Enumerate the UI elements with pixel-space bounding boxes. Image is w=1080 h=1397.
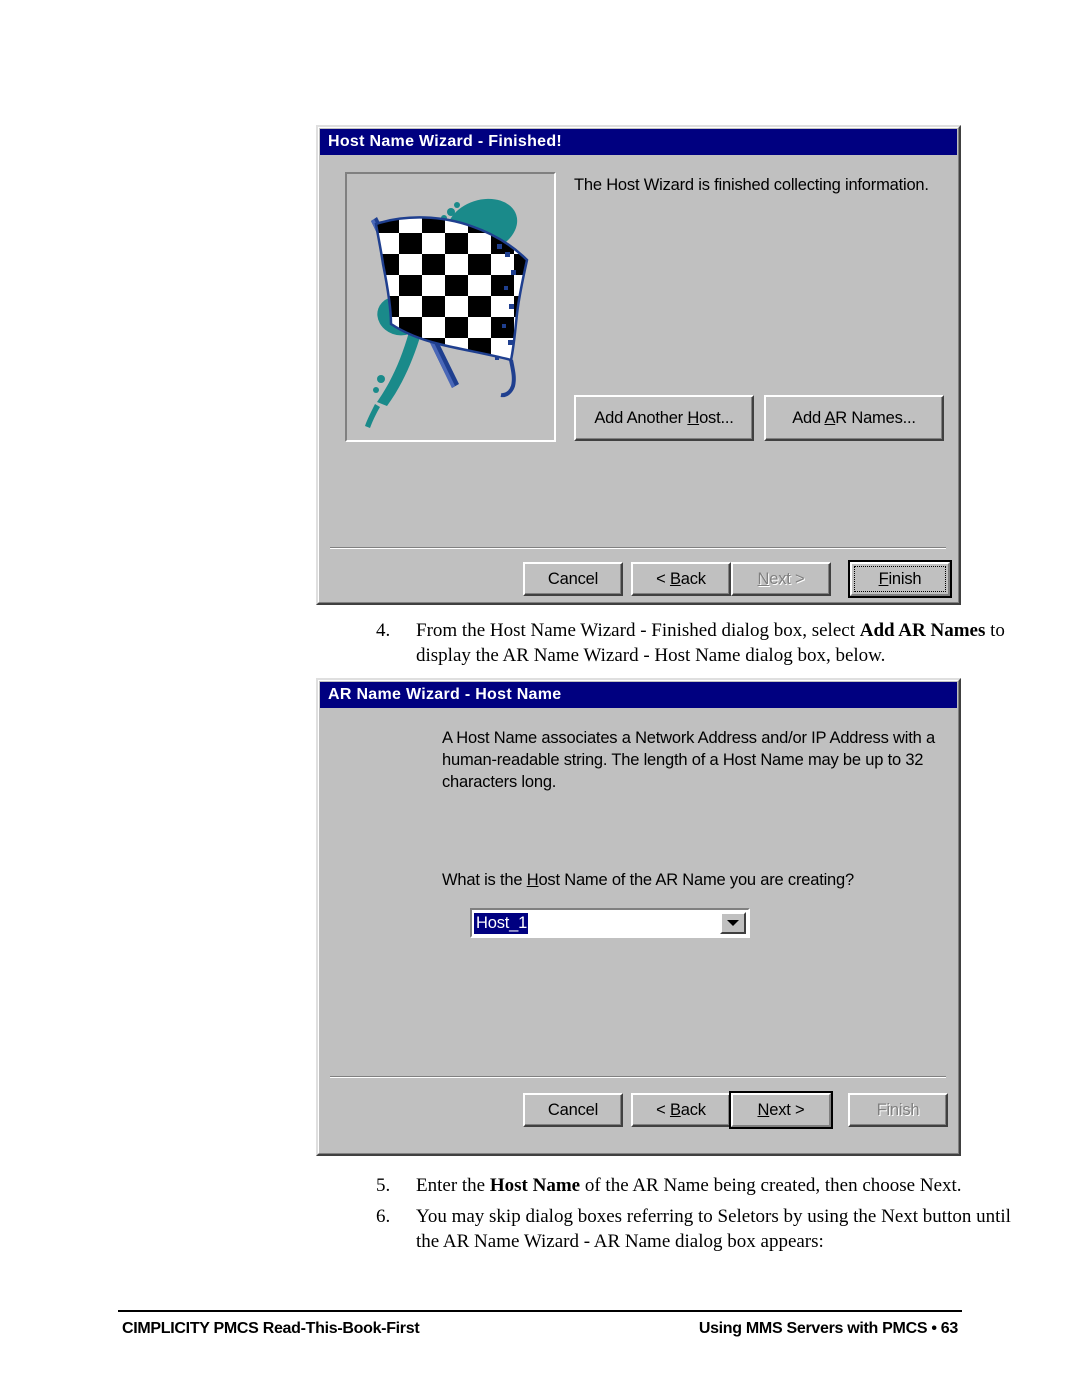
description-line-1: A Host Name associates a Network Address…: [442, 729, 935, 747]
back-label: < Back: [656, 569, 706, 588]
next-label: Next >: [757, 1100, 805, 1119]
host-name-combobox[interactable]: Host_1: [470, 908, 750, 938]
footer-right: Using MMS Servers with PMCS • 63: [698, 1320, 958, 1337]
next-button[interactable]: Next >: [729, 1091, 833, 1129]
step-4: 4. From the Host Name Wizard - Finished …: [376, 618, 1048, 669]
next-label: Next >: [757, 569, 805, 588]
button-bar-separator: [330, 547, 946, 549]
step-6-text: You may skip dialog boxes referring to S…: [416, 1206, 1011, 1253]
step-6: 6. You may skip dialog boxes referring t…: [376, 1204, 1031, 1255]
cancel-button[interactable]: Cancel: [523, 1093, 623, 1127]
back-button[interactable]: < Back: [631, 1093, 731, 1127]
back-button[interactable]: < Back: [631, 562, 731, 596]
dialog-titlebar: Host Name Wizard - Finished!: [320, 129, 957, 155]
dialog-title: AR Name Wizard - Host Name: [328, 686, 562, 703]
footer-left: CIMPLICITY PMCS Read-This-Book-First: [122, 1320, 420, 1337]
step-5-number: 5.: [376, 1175, 391, 1196]
finish-label: Finish: [876, 1100, 920, 1119]
description-line-3: characters long.: [442, 772, 557, 791]
finish-button: Finish: [848, 1093, 948, 1127]
finish-label: Finish: [878, 569, 922, 588]
cancel-label: Cancel: [547, 569, 599, 588]
host-name-wizard-finished-dialog[interactable]: Host Name Wizard - Finished! The Host Wi…: [316, 125, 961, 605]
finish-button[interactable]: Finish: [848, 560, 952, 598]
step-4-text: From the Host Name Wizard - Finished dia…: [416, 620, 1005, 667]
wizard-image-frame: [345, 172, 556, 442]
host-name-value-area[interactable]: Host_1: [474, 912, 529, 934]
host-name-prompt: What is the Host Name of the AR Name you…: [442, 871, 854, 889]
dialog-title: Host Name Wizard - Finished!: [328, 133, 563, 150]
host-name-description: A Host Name associates a Network Address…: [442, 728, 942, 793]
next-button: Next >: [731, 562, 831, 596]
add-ar-names-button[interactable]: Add AR Names...: [764, 395, 944, 441]
checkered-racing-flag-icon: [347, 174, 554, 440]
host-name-value: Host_1: [474, 912, 529, 934]
step-5: 5. Enter the Host Name of the AR Name be…: [376, 1173, 1048, 1198]
chevron-down-icon: [727, 920, 739, 926]
add-another-host-button[interactable]: Add Another Host...: [574, 395, 754, 441]
step-4-number: 4.: [376, 620, 391, 641]
cancel-button[interactable]: Cancel: [523, 562, 623, 596]
step-5-text: Enter the Host Name of the AR Name being…: [416, 1175, 962, 1196]
step-6-number: 6.: [376, 1206, 391, 1227]
description-line-2: human-readable string. The length of a H…: [442, 750, 924, 769]
finished-message: The Host Wizard is finished collecting i…: [574, 176, 929, 194]
add-another-host-label: Add Another Host...: [594, 408, 734, 427]
add-ar-names-label: Add AR Names...: [792, 408, 916, 427]
host-name-dropdown-button[interactable]: [720, 912, 746, 934]
ar-name-wizard-host-name-dialog[interactable]: AR Name Wizard - Host Name A Host Name a…: [316, 678, 961, 1156]
cancel-label: Cancel: [547, 1100, 599, 1119]
footer-divider: [118, 1310, 962, 1312]
back-label: < Back: [656, 1100, 706, 1119]
button-bar-separator: [330, 1076, 946, 1078]
dialog-titlebar: AR Name Wizard - Host Name: [320, 682, 957, 708]
